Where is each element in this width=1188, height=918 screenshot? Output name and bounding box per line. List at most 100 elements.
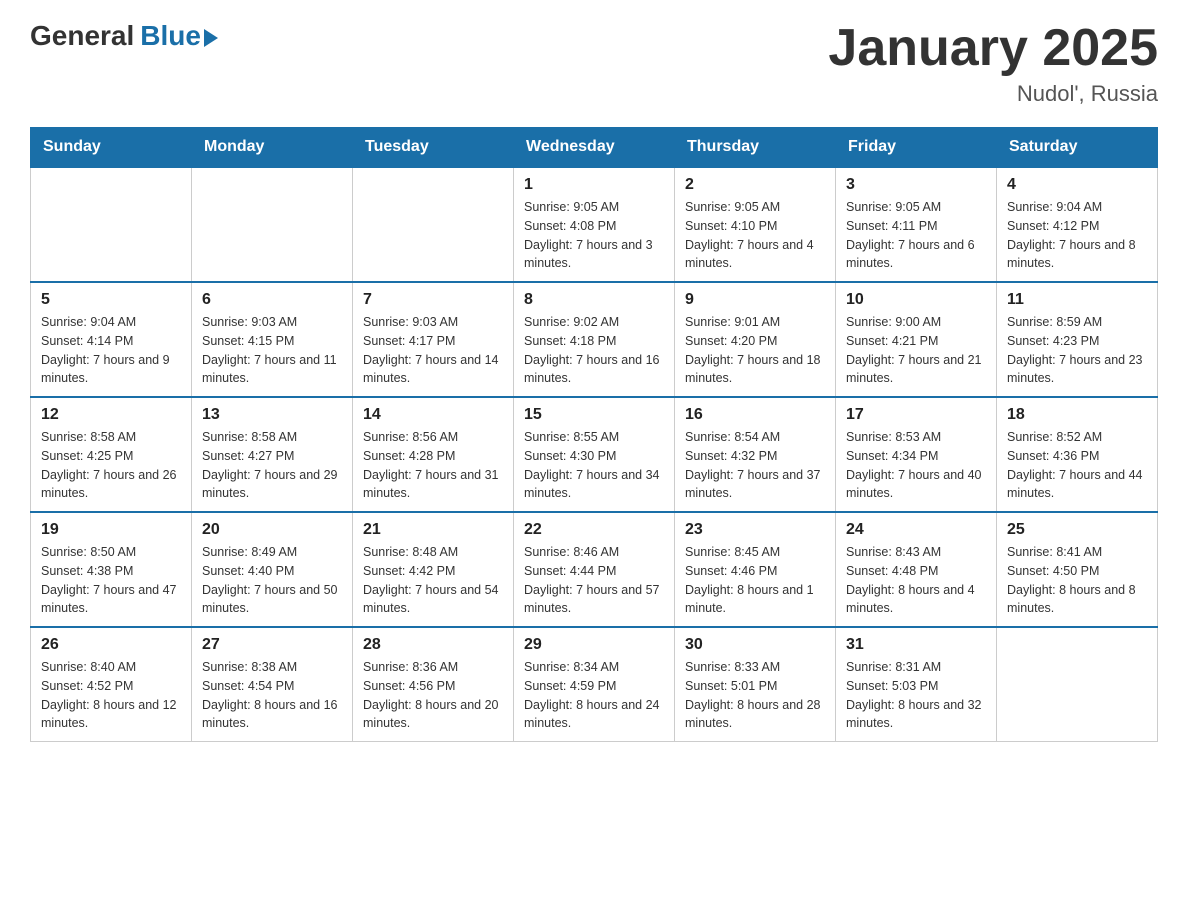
day-number: 5 bbox=[41, 291, 181, 309]
calendar-cell: 24 Sunrise: 8:43 AMSunset: 4:48 PMDayligh… bbox=[836, 512, 997, 627]
calendar-header-monday: Monday bbox=[192, 128, 353, 168]
day-info: Sunrise: 8:38 AMSunset: 4:54 PMDaylight:… bbox=[202, 658, 342, 733]
calendar-cell: 18Sunrise: 8:52 AMSunset: 4:36 PMDayligh… bbox=[997, 397, 1158, 512]
day-info: Sunrise: 8:58 AMSunset: 4:27 PMDaylight:… bbox=[202, 428, 342, 503]
calendar-cell: 9 Sunrise: 9:01 AMSunset: 4:20 PMDaylight… bbox=[675, 282, 836, 397]
logo-general-text: General bbox=[30, 20, 134, 52]
calendar-cell: 11Sunrise: 8:59 AMSunset: 4:23 PMDayligh… bbox=[997, 282, 1158, 397]
day-info: Sunrise: 8:48 AMSunset: 4:42 PMDaylight:… bbox=[363, 543, 503, 618]
calendar-cell bbox=[353, 167, 514, 282]
day-number: 31 bbox=[846, 636, 986, 654]
day-info: Sunrise: 8:41 AMSunset: 4:50 PMDaylight:… bbox=[1007, 543, 1147, 618]
title-block: January 2025 Nudol', Russia bbox=[828, 20, 1158, 107]
day-number: 25 bbox=[1007, 521, 1147, 539]
day-info: Sunrise: 8:31 AMSunset: 5:03 PMDaylight:… bbox=[846, 658, 986, 733]
calendar-cell: 31 Sunrise: 8:31 AMSunset: 5:03 PMDayligh… bbox=[836, 627, 997, 742]
day-info: Sunrise: 8:34 AMSunset: 4:59 PMDaylight:… bbox=[524, 658, 664, 733]
day-number: 23 bbox=[685, 521, 825, 539]
calendar-cell: 21 Sunrise: 8:48 AMSunset: 4:42 PMDayligh… bbox=[353, 512, 514, 627]
day-number: 6 bbox=[202, 291, 342, 309]
location: Nudol', Russia bbox=[828, 81, 1158, 107]
day-info: Sunrise: 9:01 AMSunset: 4:20 PMDaylight:… bbox=[685, 313, 825, 388]
calendar-header-thursday: Thursday bbox=[675, 128, 836, 168]
calendar-header-saturday: Saturday bbox=[997, 128, 1158, 168]
calendar-cell: 30 Sunrise: 8:33 AMSunset: 5:01 PMDayligh… bbox=[675, 627, 836, 742]
calendar-cell: 12Sunrise: 8:58 AMSunset: 4:25 PMDayligh… bbox=[31, 397, 192, 512]
calendar-week-row: 12Sunrise: 8:58 AMSunset: 4:25 PMDayligh… bbox=[31, 397, 1158, 512]
calendar-cell: 6 Sunrise: 9:03 AMSunset: 4:15 PMDaylight… bbox=[192, 282, 353, 397]
day-number: 28 bbox=[363, 636, 503, 654]
calendar-cell: 17Sunrise: 8:53 AMSunset: 4:34 PMDayligh… bbox=[836, 397, 997, 512]
calendar-week-row: 19Sunrise: 8:50 AMSunset: 4:38 PMDayligh… bbox=[31, 512, 1158, 627]
calendar-cell: 29 Sunrise: 8:34 AMSunset: 4:59 PMDayligh… bbox=[514, 627, 675, 742]
day-info: Sunrise: 9:00 AMSunset: 4:21 PMDaylight:… bbox=[846, 313, 986, 388]
day-number: 9 bbox=[685, 291, 825, 309]
calendar-header-friday: Friday bbox=[836, 128, 997, 168]
day-number: 8 bbox=[524, 291, 664, 309]
calendar-cell: 27 Sunrise: 8:38 AMSunset: 4:54 PMDayligh… bbox=[192, 627, 353, 742]
calendar-cell: 20Sunrise: 8:49 AMSunset: 4:40 PMDayligh… bbox=[192, 512, 353, 627]
day-number: 1 bbox=[524, 176, 664, 194]
day-number: 30 bbox=[685, 636, 825, 654]
calendar-cell: 7 Sunrise: 9:03 AMSunset: 4:17 PMDaylight… bbox=[353, 282, 514, 397]
day-info: Sunrise: 9:04 AMSunset: 4:12 PMDaylight:… bbox=[1007, 198, 1147, 273]
day-info: Sunrise: 9:02 AMSunset: 4:18 PMDaylight:… bbox=[524, 313, 664, 388]
calendar-header-sunday: Sunday bbox=[31, 128, 192, 168]
day-number: 18 bbox=[1007, 406, 1147, 424]
day-info: Sunrise: 9:03 AMSunset: 4:15 PMDaylight:… bbox=[202, 313, 342, 388]
calendar-cell: 13 Sunrise: 8:58 AMSunset: 4:27 PMDayligh… bbox=[192, 397, 353, 512]
page-header: General Blue January 2025 Nudol', Russia bbox=[30, 20, 1158, 107]
calendar-cell: 8 Sunrise: 9:02 AMSunset: 4:18 PMDaylight… bbox=[514, 282, 675, 397]
calendar-cell: 10 Sunrise: 9:00 AMSunset: 4:21 PMDayligh… bbox=[836, 282, 997, 397]
calendar-table: SundayMondayTuesdayWednesdayThursdayFrid… bbox=[30, 127, 1158, 742]
calendar-week-row: 26 Sunrise: 8:40 AMSunset: 4:52 PMDayligh… bbox=[31, 627, 1158, 742]
day-info: Sunrise: 8:36 AMSunset: 4:56 PMDaylight:… bbox=[363, 658, 503, 733]
day-number: 2 bbox=[685, 176, 825, 194]
day-info: Sunrise: 8:55 AMSunset: 4:30 PMDaylight:… bbox=[524, 428, 664, 503]
day-number: 21 bbox=[363, 521, 503, 539]
calendar-week-row: 5 Sunrise: 9:04 AMSunset: 4:14 PMDaylight… bbox=[31, 282, 1158, 397]
day-info: Sunrise: 8:43 AMSunset: 4:48 PMDaylight:… bbox=[846, 543, 986, 618]
calendar-cell: 15 Sunrise: 8:55 AMSunset: 4:30 PMDayligh… bbox=[514, 397, 675, 512]
month-title: January 2025 bbox=[828, 20, 1158, 77]
calendar-cell: 3Sunrise: 9:05 AMSunset: 4:11 PMDaylight… bbox=[836, 167, 997, 282]
day-number: 29 bbox=[524, 636, 664, 654]
day-number: 16 bbox=[685, 406, 825, 424]
day-info: Sunrise: 8:59 AMSunset: 4:23 PMDaylight:… bbox=[1007, 313, 1147, 388]
day-number: 10 bbox=[846, 291, 986, 309]
day-info: Sunrise: 8:46 AMSunset: 4:44 PMDaylight:… bbox=[524, 543, 664, 618]
day-number: 15 bbox=[524, 406, 664, 424]
day-number: 7 bbox=[363, 291, 503, 309]
day-info: Sunrise: 9:03 AMSunset: 4:17 PMDaylight:… bbox=[363, 313, 503, 388]
calendar-header-wednesday: Wednesday bbox=[514, 128, 675, 168]
day-info: Sunrise: 8:40 AMSunset: 4:52 PMDaylight:… bbox=[41, 658, 181, 733]
calendar-cell: 14Sunrise: 8:56 AMSunset: 4:28 PMDayligh… bbox=[353, 397, 514, 512]
day-info: Sunrise: 9:04 AMSunset: 4:14 PMDaylight:… bbox=[41, 313, 181, 388]
day-number: 13 bbox=[202, 406, 342, 424]
calendar-cell bbox=[192, 167, 353, 282]
calendar-cell bbox=[31, 167, 192, 282]
logo[interactable]: General Blue bbox=[30, 20, 218, 52]
calendar-cell: 1 Sunrise: 9:05 AMSunset: 4:08 PMDaylight… bbox=[514, 167, 675, 282]
calendar-header-row: SundayMondayTuesdayWednesdayThursdayFrid… bbox=[31, 128, 1158, 168]
day-number: 12 bbox=[41, 406, 181, 424]
calendar-cell: 16Sunrise: 8:54 AMSunset: 4:32 PMDayligh… bbox=[675, 397, 836, 512]
day-info: Sunrise: 8:33 AMSunset: 5:01 PMDaylight:… bbox=[685, 658, 825, 733]
calendar-header-tuesday: Tuesday bbox=[353, 128, 514, 168]
logo-blue-text: Blue bbox=[140, 20, 201, 52]
day-number: 26 bbox=[41, 636, 181, 654]
day-number: 27 bbox=[202, 636, 342, 654]
day-number: 24 bbox=[846, 521, 986, 539]
calendar-cell: 23 Sunrise: 8:45 AMSunset: 4:46 PMDayligh… bbox=[675, 512, 836, 627]
day-info: Sunrise: 8:53 AMSunset: 4:34 PMDaylight:… bbox=[846, 428, 986, 503]
day-info: Sunrise: 8:50 AMSunset: 4:38 PMDaylight:… bbox=[41, 543, 181, 618]
calendar-cell: 26 Sunrise: 8:40 AMSunset: 4:52 PMDayligh… bbox=[31, 627, 192, 742]
day-info: Sunrise: 8:45 AMSunset: 4:46 PMDaylight:… bbox=[685, 543, 825, 618]
day-info: Sunrise: 9:05 AMSunset: 4:08 PMDaylight:… bbox=[524, 198, 664, 273]
calendar-cell: 2Sunrise: 9:05 AMSunset: 4:10 PMDaylight… bbox=[675, 167, 836, 282]
day-number: 3 bbox=[846, 176, 986, 194]
calendar-cell bbox=[997, 627, 1158, 742]
calendar-cell: 4Sunrise: 9:04 AMSunset: 4:12 PMDaylight… bbox=[997, 167, 1158, 282]
calendar-cell: 22Sunrise: 8:46 AMSunset: 4:44 PMDayligh… bbox=[514, 512, 675, 627]
logo-arrow-icon bbox=[204, 29, 218, 47]
